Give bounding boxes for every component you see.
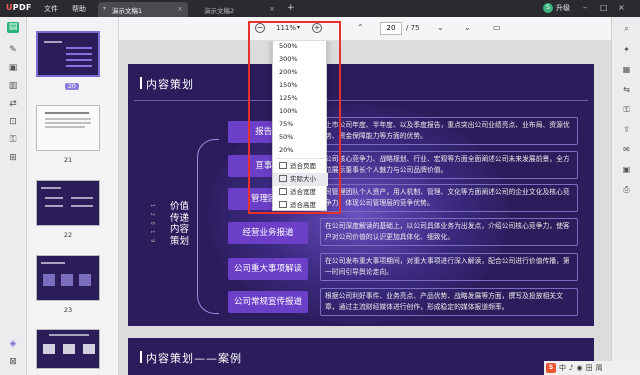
page-total: / 75 bbox=[406, 24, 420, 32]
title-marker bbox=[140, 351, 142, 363]
item-description: 在公司深度解读的基础上，以公司具体业务为出发点，介绍公司核心竞争力，使客户对公司… bbox=[320, 218, 578, 246]
view-toolbar: − 111% ▾ + ⌃ 20 / 75 ⌄ ⌄ ▭ bbox=[119, 17, 611, 41]
slide-page: 内容策划 1 2 0 1 9 价值 传递 内容 策划 报告解 上市公司年度、半年… bbox=[128, 64, 594, 326]
mail-icon[interactable]: ✉ bbox=[621, 144, 632, 155]
pages-icon[interactable]: ▥ bbox=[7, 81, 19, 92]
comment-icon[interactable]: ▭ bbox=[493, 23, 501, 32]
tab-label: 演示文稿2 bbox=[204, 7, 235, 15]
ai-icon[interactable]: ✦ bbox=[621, 44, 632, 55]
comment-icon[interactable]: ▣ bbox=[7, 63, 19, 74]
item-description: 司管理团队个人资产，用人机制、管理、文化等方面阐述公司的企业文化及核心竞争力，体… bbox=[320, 184, 578, 212]
page-number-input[interactable]: 20 bbox=[380, 22, 402, 35]
print-icon[interactable]: ⎙ bbox=[621, 184, 632, 195]
menu-help[interactable]: 帮助 bbox=[72, 4, 86, 14]
tray-item[interactable]: ◉ bbox=[576, 364, 582, 372]
upgrade-label: 升级 bbox=[556, 4, 570, 12]
slide-title: 内容策划 bbox=[146, 78, 194, 91]
thumbnail-page-20[interactable] bbox=[36, 31, 100, 77]
user-upgrade[interactable]: S 升级 bbox=[543, 3, 570, 13]
layers-icon[interactable]: ◈ bbox=[7, 339, 19, 350]
edit-icon[interactable]: ✎ bbox=[7, 45, 19, 56]
tab-label: 演示文稿1 bbox=[112, 7, 143, 15]
tray-item[interactable]: 简 bbox=[596, 363, 603, 373]
highlight-box bbox=[248, 21, 341, 214]
brace bbox=[197, 139, 219, 314]
item-label: 公司重大事项解读 bbox=[228, 258, 308, 280]
divider bbox=[134, 100, 588, 101]
item-description: 在公司发布重大事项期间，对重大事项进行深入解读，配合公司进行价值传播，第一时间引… bbox=[320, 253, 578, 281]
protect-icon[interactable]: ⚿ bbox=[7, 135, 19, 146]
protect-icon[interactable]: ⚿ bbox=[621, 104, 632, 115]
last-page-icon[interactable]: ⌄ bbox=[464, 23, 471, 32]
first-page-icon[interactable]: ⌃ bbox=[357, 23, 364, 32]
thumbnail-page-22[interactable] bbox=[36, 180, 100, 226]
close-window-icon[interactable]: × bbox=[618, 3, 625, 12]
slide-title: 内容策划——案例 bbox=[146, 352, 242, 365]
document-canvas: 内容策划 1 2 0 1 9 价值 传递 内容 策划 报告解 上市公司年度、半年… bbox=[119, 41, 611, 375]
vertical-title-line: 价值 bbox=[170, 201, 190, 212]
close-icon[interactable]: × bbox=[177, 5, 183, 13]
right-toolbar: ⌕ ✦ ▦ ⇆ ⚿ ⇪ ✉ ▣ ⎙ bbox=[611, 17, 640, 375]
app-logo: UPDF bbox=[6, 3, 32, 12]
thumbnail-page-23[interactable] bbox=[36, 255, 100, 301]
thumbnail-page-badge: 20 bbox=[65, 83, 79, 90]
reader-icon[interactable]: ▤ bbox=[7, 22, 19, 33]
close-icon[interactable]: × bbox=[269, 5, 275, 13]
save-icon[interactable]: ▣ bbox=[621, 164, 632, 175]
vertical-title-line: 策划 bbox=[170, 235, 190, 247]
bookmark-icon[interactable]: ⊠ bbox=[7, 357, 19, 368]
thumbnail-label: 22 bbox=[63, 231, 73, 239]
item-description: 根据公司利好事件、业务亮点、产品优势、战略发展等方面，撰写及投放相关文章，通过主… bbox=[320, 288, 578, 316]
slide-page-next: 内容策划——案例 bbox=[128, 338, 594, 375]
thumbnail-panel: 20 21 22 23 bbox=[27, 17, 119, 375]
tray-item[interactable]: 中 bbox=[559, 363, 566, 373]
vertical-title: 价值 传递 内容 策划 bbox=[170, 201, 190, 247]
tab-caret-icon: ▾ bbox=[103, 5, 107, 12]
left-toolbar: ▤ ✎ ▣ ▥ ⇄ ⊡ ⚿ ⊞ ◈ ⊠ bbox=[0, 17, 27, 375]
item-description: 上市公司年度、半年度、以及季度报告，重点突出公司业绩亮点、业布局、资源优势、资金… bbox=[320, 117, 578, 145]
ocr-icon[interactable]: ⊡ bbox=[7, 117, 19, 128]
tray-item[interactable]: ♪ bbox=[569, 364, 573, 372]
item-label: 公司常规宣传报道 bbox=[228, 291, 308, 313]
system-tray: S 中 ♪ ◉ 田 简 bbox=[544, 361, 640, 375]
tray-item[interactable]: 田 bbox=[586, 363, 593, 373]
input-method-icon[interactable]: S bbox=[546, 363, 556, 373]
title-bar: UPDF 文件 帮助 ▾ 演示文稿1 × 演示文稿2 × + S 升级 – □ … bbox=[0, 0, 640, 17]
search-icon[interactable]: ⌕ bbox=[621, 23, 632, 34]
share-icon[interactable]: ⇪ bbox=[621, 124, 632, 135]
title-marker bbox=[140, 77, 142, 89]
convert-icon[interactable]: ⇆ bbox=[621, 84, 632, 95]
vertical-number: 1 2 0 1 9 bbox=[149, 204, 155, 245]
organize-icon[interactable]: ⊞ bbox=[7, 153, 19, 164]
minimize-icon[interactable]: – bbox=[583, 3, 587, 12]
ocr-icon[interactable]: ▦ bbox=[621, 64, 632, 75]
item-description: 公司核心竞争力、战略规划、行业、宏观等方面全面阐述公司未来发展前景，全方位展示董… bbox=[320, 151, 578, 179]
item-label: 经营业务报道 bbox=[228, 222, 308, 244]
vertical-title-line: 内容 bbox=[170, 224, 190, 235]
tab-document-2[interactable]: 演示文稿2 × bbox=[190, 2, 280, 17]
thumbnail-label: 21 bbox=[63, 156, 73, 164]
tab-document-1[interactable]: ▾ 演示文稿1 × bbox=[98, 2, 188, 17]
menu-file[interactable]: 文件 bbox=[44, 4, 58, 14]
thumbnail-page-24[interactable] bbox=[36, 329, 100, 369]
avatar: S bbox=[543, 3, 553, 13]
vertical-title-line: 传递 bbox=[170, 212, 190, 224]
brand-text: PDF bbox=[12, 3, 32, 12]
thumbnail-label: 23 bbox=[63, 306, 73, 314]
convert-icon[interactable]: ⇄ bbox=[7, 99, 19, 110]
next-page-icon[interactable]: ⌄ bbox=[437, 23, 444, 32]
new-tab-icon[interactable]: + bbox=[287, 3, 295, 13]
maximize-icon[interactable]: □ bbox=[600, 3, 608, 12]
thumbnail-page-21[interactable] bbox=[36, 105, 100, 151]
